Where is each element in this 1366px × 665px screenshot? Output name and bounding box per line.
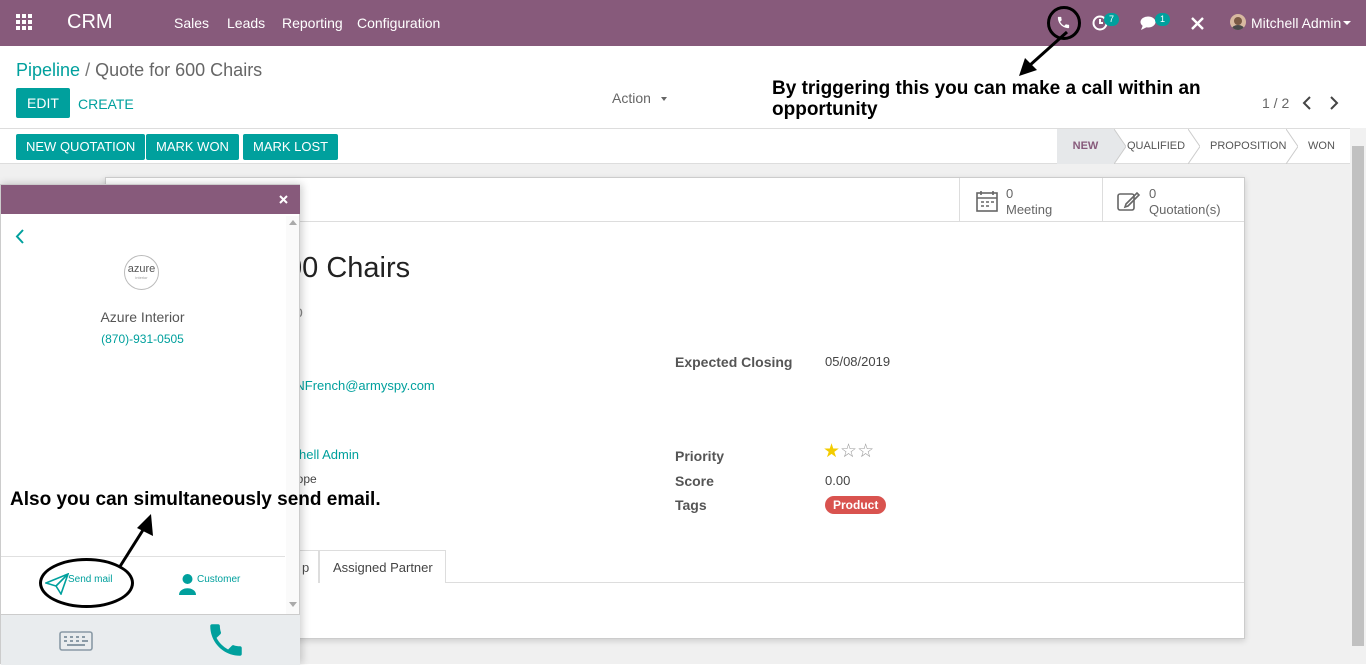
stage-arrow <box>1286 129 1298 164</box>
status-bar: NEW QUOTATION MARK WON MARK LOST NEW QUA… <box>0 128 1350 164</box>
contact-name: Azure Interior <box>100 309 185 325</box>
menu-sales[interactable]: Sales <box>174 15 209 31</box>
arrow-annotation <box>1019 30 1069 76</box>
stage-proposition[interactable]: PROPOSITION <box>1210 129 1286 164</box>
message-count-badge: 1 <box>1155 13 1171 26</box>
send-mail-button[interactable]: Send mail <box>68 574 112 585</box>
meeting-smart-button[interactable]: 0 Meeting <box>959 178 1102 222</box>
stage-qualified[interactable]: QUALIFIED <box>1127 129 1185 164</box>
star-empty-icon[interactable]: ☆ <box>840 441 857 462</box>
contact-phone[interactable]: (870)-931-0505 <box>1 332 284 346</box>
email-field[interactable]: ikNFrench@armyspy.com <box>286 378 435 393</box>
scrollbar[interactable] <box>1350 128 1366 664</box>
pager-prev-icon[interactable] <box>1302 96 1312 110</box>
quotation-smart-button[interactable]: 0 Quotation(s) <box>1102 178 1245 222</box>
priority-stars[interactable]: ★☆☆ <box>823 442 874 462</box>
contact-logo: azure interior <box>124 255 159 290</box>
action-label: Action <box>612 90 651 106</box>
score-value: 0.00 <box>825 473 851 488</box>
expected-closing-label: Expected Closing <box>675 354 793 370</box>
logo-subtext: interior <box>135 275 148 280</box>
star-filled-icon[interactable]: ★ <box>823 441 840 462</box>
user-name[interactable]: Mitchell Admin <box>1251 15 1341 31</box>
mark-lost-button[interactable]: MARK LOST <box>243 134 339 160</box>
voip-scrollbar[interactable] <box>286 216 299 614</box>
quotation-label: Quotation(s) <box>1149 202 1221 217</box>
tab-assigned-partner[interactable]: Assigned Partner <box>319 550 446 583</box>
expected-closing-field[interactable]: 05/08/2019 <box>825 354 890 369</box>
meeting-label: Meeting <box>1006 202 1053 217</box>
action-dropdown[interactable]: Action <box>612 90 667 106</box>
mark-won-button[interactable]: MARK WON <box>146 134 239 160</box>
breadcrumb-pipeline[interactable]: Pipeline <box>16 60 80 80</box>
chevron-down-icon[interactable] <box>1343 21 1351 25</box>
phone-call-icon[interactable] <box>205 619 247 661</box>
opportunity-title[interactable]: 00 Chairs <box>286 252 410 285</box>
stage-arrow <box>1188 129 1200 164</box>
call-annotation: By triggering this you can make a call w… <box>772 78 1201 120</box>
caret-down-icon <box>660 97 667 102</box>
stage-won[interactable]: WON <box>1308 129 1335 164</box>
keypad-icon[interactable] <box>59 631 93 651</box>
close-icon[interactable] <box>1191 17 1204 30</box>
stage-arrow <box>1114 129 1126 164</box>
menu-reporting[interactable]: Reporting <box>282 15 343 31</box>
pager-value: 1 / 2 <box>1262 95 1290 111</box>
activity-count-badge: 7 <box>1104 13 1120 26</box>
score-label: Score <box>675 473 714 489</box>
top-navbar: CRM Sales Leads Reporting Configuration … <box>0 0 1366 46</box>
close-icon[interactable] <box>279 195 288 204</box>
stage-new[interactable]: NEW <box>1057 129 1114 164</box>
star-empty-icon[interactable]: ☆ <box>857 441 874 462</box>
send-icon[interactable] <box>45 573 69 595</box>
email-annotation: Also you can simultaneously send email. <box>10 489 381 510</box>
tags-label: Tags <box>675 497 707 513</box>
breadcrumb-current: Quote for 600 Chairs <box>95 60 263 80</box>
arrow-annotation <box>117 514 153 569</box>
create-button[interactable]: CREATE <box>78 96 134 112</box>
breadcrumb: Pipeline / Quote for 600 Chairs <box>16 60 262 81</box>
new-quotation-button[interactable]: NEW QUOTATION <box>16 134 146 160</box>
user-icon[interactable] <box>179 573 196 595</box>
quotation-count: 0 <box>1149 186 1157 201</box>
edit-icon <box>1117 191 1141 211</box>
menu-leads[interactable]: Leads <box>227 15 265 31</box>
voip-footer <box>1 614 300 665</box>
apps-icon[interactable] <box>16 14 34 32</box>
menu-configuration[interactable]: Configuration <box>357 15 440 31</box>
customer-button[interactable]: Customer <box>197 574 240 585</box>
voip-header <box>1 185 300 214</box>
meeting-count: 0 <box>1006 186 1014 201</box>
calendar-icon <box>976 191 998 212</box>
priority-label: Priority <box>675 448 725 464</box>
edit-button[interactable]: EDIT <box>16 88 70 118</box>
tag-badge[interactable]: Product <box>825 496 887 514</box>
app-brand[interactable]: CRM <box>67 11 113 34</box>
voip-panel: azure interior Azure Interior (870)-931-… <box>0 184 300 665</box>
back-icon[interactable] <box>15 229 25 244</box>
pager-next-icon[interactable] <box>1329 96 1339 110</box>
avatar[interactable] <box>1230 14 1246 30</box>
logo-text: azure <box>127 263 156 275</box>
breadcrumb-separator: / <box>85 60 91 80</box>
